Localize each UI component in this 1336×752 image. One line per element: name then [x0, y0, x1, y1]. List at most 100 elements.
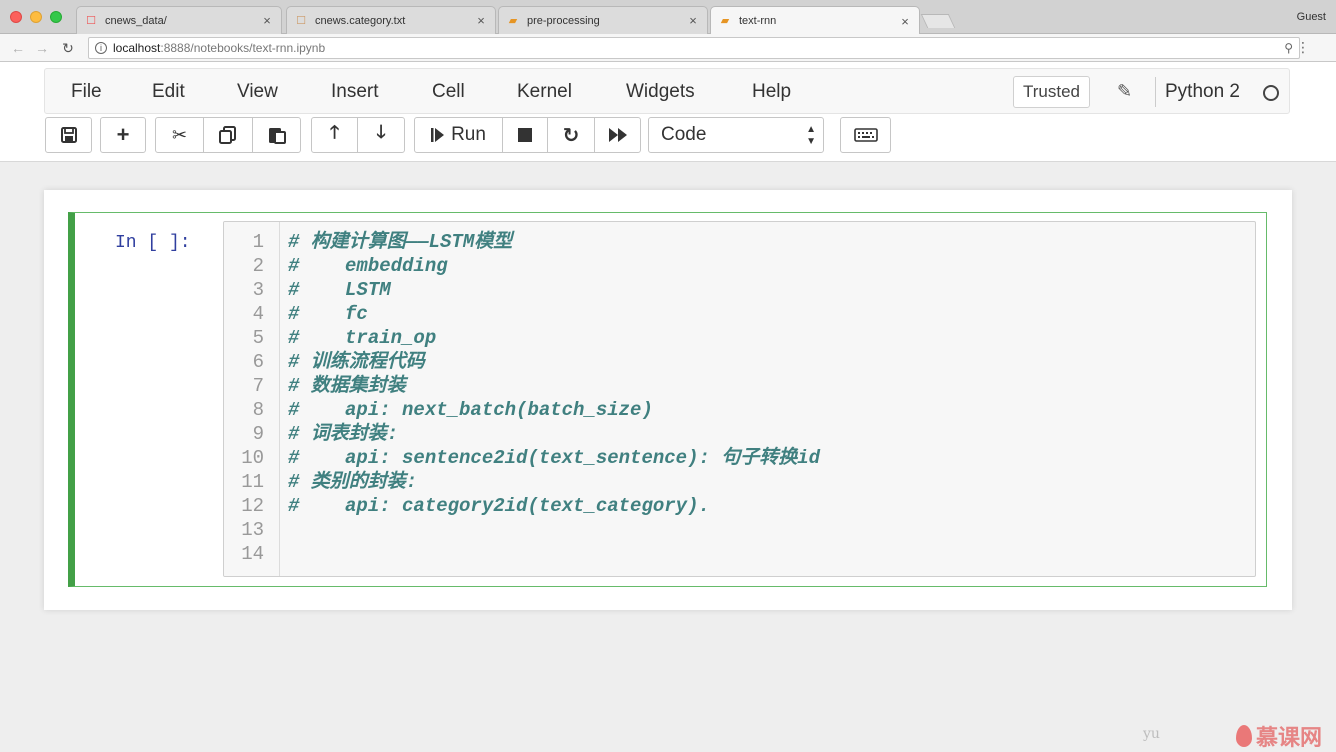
save-icon: [60, 127, 77, 143]
copy-button[interactable]: [203, 117, 253, 153]
url-host: localhost: [113, 41, 161, 55]
code-text: # 训练流程代码: [288, 351, 425, 373]
notebook-icon: ▰: [508, 14, 518, 27]
insert-cell-button[interactable]: +: [100, 117, 146, 153]
kernel-idle-icon: [1263, 85, 1279, 101]
line-number: 11: [241, 471, 264, 493]
menubar: File Edit View Insert Cell Kernel Widget…: [44, 68, 1290, 114]
close-tab-icon[interactable]: ×: [475, 13, 487, 28]
browser-tab-pre-processing[interactable]: ▰ pre-processing ×: [498, 6, 708, 34]
move-up-button[interactable]: 🡑: [311, 117, 358, 153]
code-line[interactable]: 4 # fc: [224, 302, 1255, 326]
code-line[interactable]: 5 # train_op: [224, 326, 1255, 350]
code-line[interactable]: 8 # api: next_batch(batch_size): [224, 398, 1255, 422]
code-line[interactable]: 14: [224, 542, 1255, 566]
tab-title: cnews_data/: [105, 14, 167, 27]
menu-insert[interactable]: Insert: [331, 81, 379, 103]
code-line[interactable]: 12 # api: category2id(text_category).: [224, 494, 1255, 518]
file-icon: ☐: [296, 14, 306, 27]
move-down-button[interactable]: 🡓: [357, 117, 405, 153]
restart-icon: ↻: [562, 124, 580, 147]
run-button[interactable]: Run: [414, 117, 503, 153]
browser-tab-bar: ☐ cnews_data/ × ☐ cnews.category.txt × ▰…: [0, 0, 1336, 35]
divider: [1155, 77, 1156, 107]
paste-icon: [268, 128, 286, 144]
line-number: 1: [252, 231, 264, 253]
code-text: # train_op: [288, 327, 437, 349]
interrupt-button[interactable]: [502, 117, 548, 153]
jupyter-header: File Edit View Insert Cell Kernel Widget…: [0, 62, 1336, 162]
tab-title: text-rnn: [739, 15, 777, 27]
menu-kernel[interactable]: Kernel: [517, 81, 572, 103]
browser-tab-text-rnn[interactable]: ▰ text-rnn ×: [710, 6, 920, 35]
close-window-icon[interactable]: [10, 11, 22, 23]
code-line[interactable]: 1 # 构建计算图——LSTM模型: [224, 230, 1255, 254]
save-button[interactable]: [45, 117, 92, 153]
folder-icon: ☐: [86, 14, 96, 27]
new-tab-button[interactable]: [920, 14, 956, 28]
cell-type-select[interactable]: Code ▲ ▼: [648, 117, 824, 153]
line-number: 6: [252, 351, 264, 373]
code-text: # fc: [288, 303, 368, 325]
code-line[interactable]: 3 # LSTM: [224, 278, 1255, 302]
line-number: 12: [241, 495, 264, 517]
code-line[interactable]: 13: [224, 518, 1255, 542]
minimize-window-icon[interactable]: [30, 11, 42, 23]
watermark-author: yu: [1143, 726, 1160, 742]
menu-cell[interactable]: Cell: [432, 81, 465, 103]
browser-menu-icon[interactable]: ⋮: [1296, 40, 1310, 54]
menu-widgets[interactable]: Widgets: [626, 81, 695, 103]
profile-name[interactable]: Guest: [1297, 11, 1326, 23]
toolbar: + ✂ 🡑 🡓 Run ↻ Code ▲ ▼: [0, 116, 1336, 156]
code-line[interactable]: 2 # embedding: [224, 254, 1255, 278]
code-text: # LSTM: [288, 279, 391, 301]
close-tab-icon[interactable]: ×: [687, 13, 699, 28]
code-text: # 类别的封装:: [288, 471, 418, 493]
browser-tab-cnews-category[interactable]: ☐ cnews.category.txt ×: [286, 6, 496, 34]
info-icon[interactable]: i: [95, 42, 107, 54]
copy-icon: [219, 126, 236, 144]
scissors-icon: ✂: [171, 124, 188, 145]
maximize-window-icon[interactable]: [50, 11, 62, 23]
code-line[interactable]: 7 # 数据集封装: [224, 374, 1255, 398]
menu-help[interactable]: Help: [752, 81, 791, 103]
code-line[interactable]: 9 # 词表封装:: [224, 422, 1255, 446]
cut-button[interactable]: ✂: [155, 117, 204, 153]
step-forward-icon: [431, 128, 445, 142]
pencil-icon[interactable]: ✎: [1117, 81, 1132, 102]
back-arrow-icon[interactable]: ←: [10, 39, 26, 57]
menu-edit[interactable]: Edit: [152, 81, 185, 103]
forward-arrow-icon[interactable]: →: [34, 39, 50, 57]
address-bar: ← → ↻ i localhost:8888/notebooks/text-rn…: [0, 34, 1336, 62]
code-line[interactable]: 10 # api: sentence2id(text_sentence): 句子转…: [224, 446, 1255, 470]
menu-file[interactable]: File: [71, 81, 102, 103]
notebook-icon: ▰: [720, 15, 730, 27]
code-line[interactable]: 11 # 类别的封装:: [224, 470, 1255, 494]
restart-run-all-button[interactable]: [594, 117, 641, 153]
line-number: 9: [252, 423, 264, 445]
command-palette-button[interactable]: [840, 117, 891, 153]
arrow-down-icon: 🡓: [376, 122, 386, 142]
input-prompt: In [ ]:: [115, 233, 191, 253]
code-editor[interactable]: 1 # 构建计算图——LSTM模型 2 # embedding 3 # LSTM 4 # fc…: [223, 221, 1256, 577]
browser-tab-cnews-data[interactable]: ☐ cnews_data/ ×: [76, 6, 282, 34]
flame-icon: [1236, 725, 1252, 747]
paste-button[interactable]: [252, 117, 301, 153]
reload-icon[interactable]: ↻: [60, 39, 76, 57]
code-text: # 数据集封装: [288, 375, 406, 397]
restart-button[interactable]: ↻: [547, 117, 595, 153]
trusted-badge[interactable]: Trusted: [1013, 76, 1091, 108]
code-text: # 构建计算图——LSTM模型: [288, 231, 513, 253]
close-tab-icon[interactable]: ×: [261, 13, 273, 28]
code-cell[interactable]: In [ ]: 1 # 构建计算图——LSTM模型 2 # embedding 3 # L…: [68, 212, 1267, 587]
plus-icon: +: [116, 122, 130, 147]
menu-view[interactable]: View: [237, 81, 278, 103]
code-text: # api: sentence2id(text_sentence): 句子转换i…: [288, 447, 821, 469]
kernel-name[interactable]: Python 2: [1165, 81, 1240, 103]
code-line[interactable]: 6 # 训练流程代码: [224, 350, 1255, 374]
url-field[interactable]: i localhost:8888/notebooks/text-rnn.ipyn…: [88, 37, 1300, 59]
close-tab-icon[interactable]: ×: [899, 14, 911, 29]
arrow-up-icon: 🡑: [329, 122, 340, 142]
line-number: 7: [252, 375, 264, 397]
zoom-icon[interactable]: ⚲: [1284, 41, 1293, 55]
